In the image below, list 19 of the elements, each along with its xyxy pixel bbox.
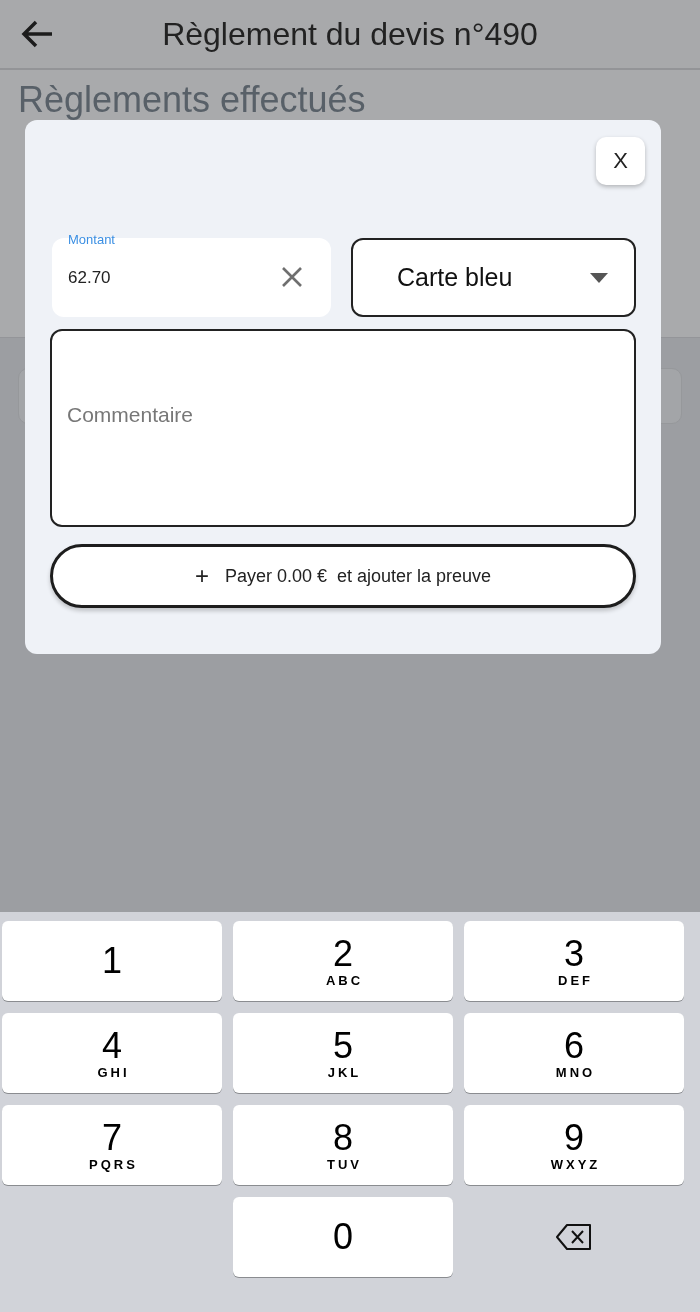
backspace-icon [555,1223,593,1251]
dropdown-caret-icon [590,272,608,283]
keyboard-key[interactable]: 5 JKL [233,1013,453,1093]
keyboard-key[interactable]: 2 ABC [233,921,453,1001]
keyboard-key[interactable]: 9 WXYZ [464,1105,684,1185]
payment-method-dropdown[interactable]: Carte bleu [351,238,636,317]
comment-field[interactable]: Commentaire [50,329,636,527]
keyboard-key[interactable]: 1 [2,921,222,1001]
section-heading: Règlements effectués [18,80,367,120]
close-button[interactable]: X [596,137,645,185]
page-title: Règlement du devis n°490 [161,15,539,53]
keyboard-key[interactable]: 6 MNO [464,1013,684,1093]
keyboard-key[interactable]: 8 TUV [233,1105,453,1185]
keyboard-key[interactable]: 7 PQRS [2,1105,222,1185]
pay-button[interactable]: + Payer 0.00 € et ajouter la preuve [50,544,636,608]
keyboard-key[interactable]: 3 DEF [464,921,684,1001]
clear-icon[interactable] [281,266,303,288]
keyboard-key[interactable]: 4 GHI [2,1013,222,1093]
keyboard-key[interactable]: 0 [233,1197,453,1277]
